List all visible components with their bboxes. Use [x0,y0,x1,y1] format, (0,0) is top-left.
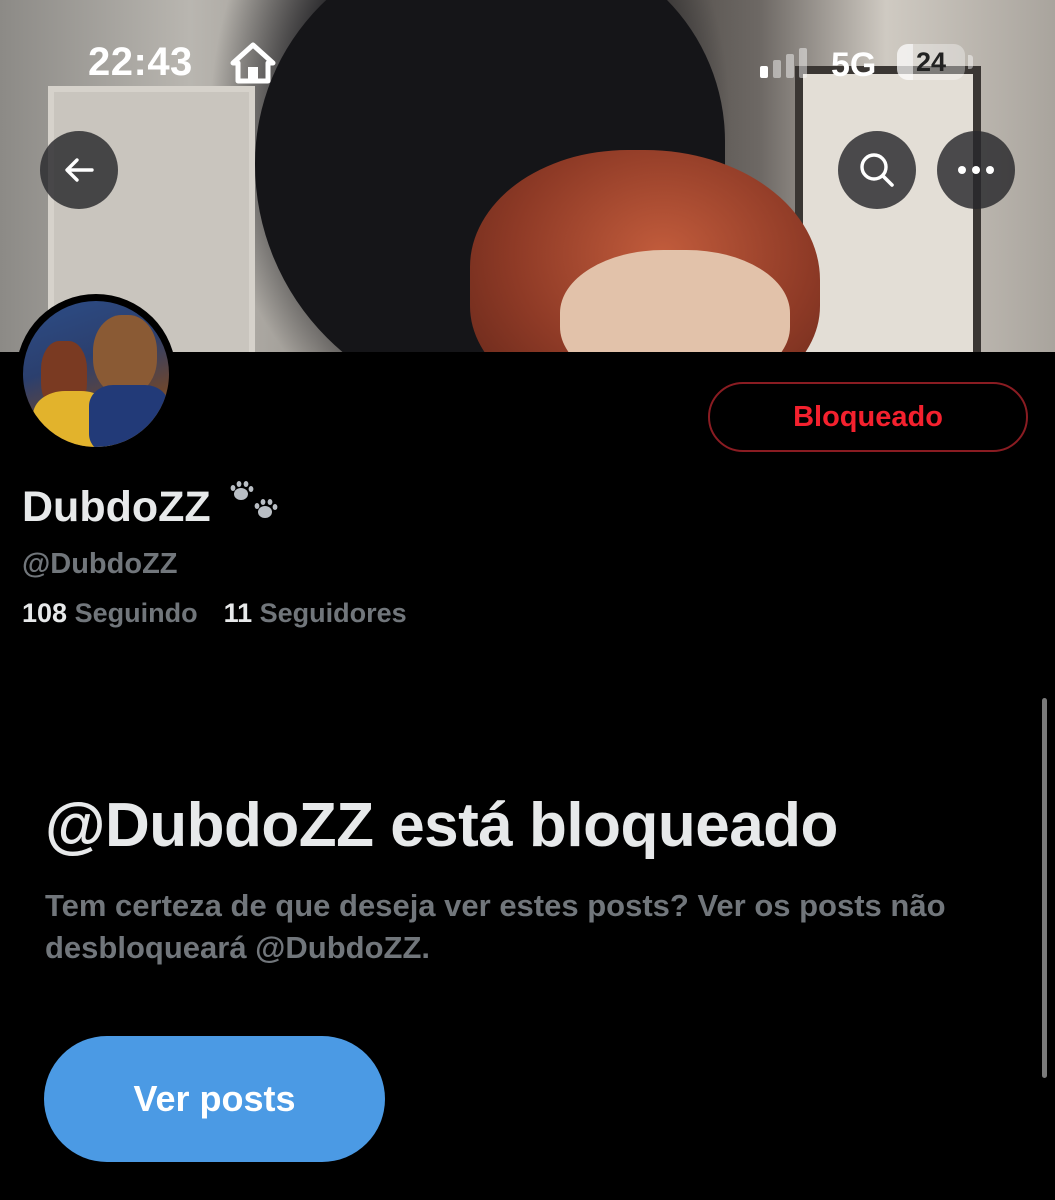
battery-level: 24 [915,46,947,77]
signal-strength-icon [760,48,807,78]
display-name-row: DubdoZZ [22,480,279,535]
paw-prints-icon [229,480,279,535]
more-horizontal-icon [958,166,994,174]
search-button[interactable] [838,131,916,209]
search-icon [860,153,894,187]
scrollbar[interactable] [1042,698,1047,1078]
avatar[interactable] [16,294,176,454]
follow-stats: 108 Seguindo 11 Seguidores [22,598,407,629]
followers-count: 11 [223,598,253,628]
blocked-button-label: Bloqueado [793,400,943,433]
avatar-image [23,301,169,447]
view-posts-button[interactable]: Ver posts [44,1036,385,1162]
followers-label: Seguidores [259,598,407,628]
network-type: 5G [831,46,877,84]
profile-handle: @DubdoZZ [22,548,178,580]
following-count: 108 [22,598,68,628]
view-posts-label: Ver posts [133,1078,296,1119]
banner-face [560,250,790,352]
blocked-button[interactable]: Bloqueado [708,382,1028,452]
more-button[interactable] [937,131,1015,209]
arrow-left-icon [65,158,94,182]
blocked-description: Tem certeza de que deseja ver estes post… [45,888,946,965]
followers-link[interactable]: 11 Seguidores [224,598,407,629]
house-icon [230,42,276,89]
status-bar: 22:43 5G 24 [0,0,1055,130]
status-time: 22:43 [88,40,193,84]
back-button[interactable] [40,131,118,209]
following-label: Seguindo [74,598,198,628]
following-link[interactable]: 108 Seguindo [22,598,198,629]
battery-nub [968,55,973,69]
blocked-title: @DubdoZZ está bloqueado [45,791,838,860]
display-name: DubdoZZ [22,483,211,531]
battery-icon: 24 [897,44,965,80]
